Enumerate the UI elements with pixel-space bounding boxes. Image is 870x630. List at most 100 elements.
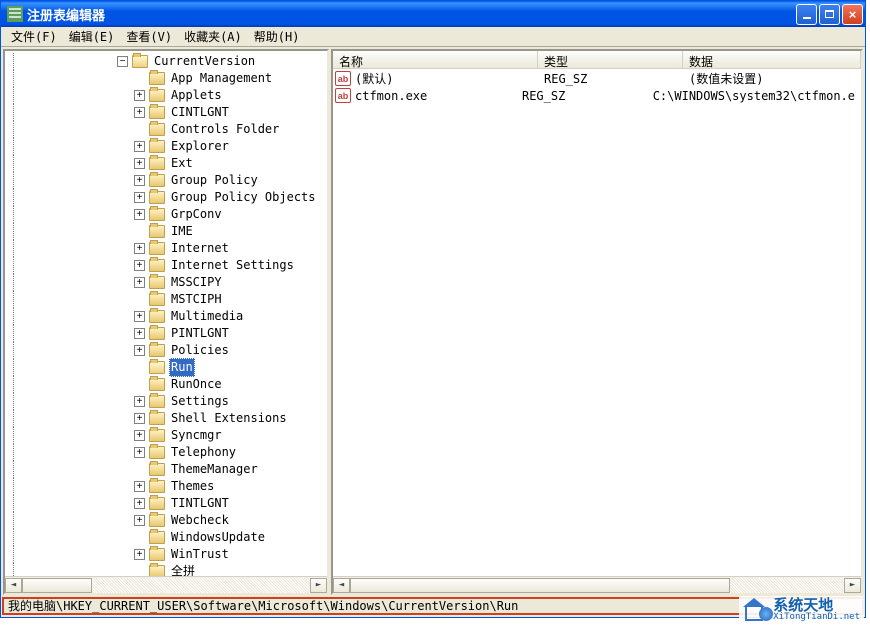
registry-tree[interactable]: − CurrentVersion App Management+Applets+… — [5, 51, 327, 576]
expand-icon[interactable]: + — [134, 90, 145, 101]
scroll-thumb[interactable] — [350, 578, 730, 593]
scroll-right-button[interactable]: ► — [844, 578, 861, 593]
tree-node[interactable]: +MSSCIPY — [5, 274, 327, 291]
tree-node[interactable]: +TINTLGNT — [5, 495, 327, 512]
expand-icon[interactable]: + — [134, 328, 145, 339]
expand-icon[interactable]: + — [134, 430, 145, 441]
scroll-track[interactable] — [350, 578, 844, 593]
tree-node-root[interactable]: − CurrentVersion — [5, 53, 327, 70]
scroll-track[interactable] — [22, 578, 310, 593]
expand-icon[interactable]: + — [134, 209, 145, 220]
window-title: 注册表编辑器 — [27, 5, 796, 24]
tree-node[interactable]: +Explorer — [5, 138, 327, 155]
expand-icon[interactable]: + — [134, 345, 145, 356]
titlebar[interactable]: 注册表编辑器 × — [1, 1, 865, 27]
tree-node[interactable]: +Internet — [5, 240, 327, 257]
expand-icon[interactable]: + — [134, 413, 145, 424]
expand-icon[interactable]: + — [134, 175, 145, 186]
scroll-left-button[interactable]: ◄ — [333, 578, 350, 593]
list-hscrollbar[interactable]: ◄ ► — [333, 576, 861, 593]
tree-node[interactable]: + Syncmgr — [5, 427, 327, 444]
menu-file[interactable]: 文件(F) — [5, 26, 63, 47]
expand-icon[interactable]: + — [134, 481, 145, 492]
expand-icon[interactable]: + — [134, 498, 145, 509]
folder-icon — [149, 446, 165, 459]
column-data[interactable]: 数据 — [683, 51, 861, 68]
expand-icon[interactable]: + — [134, 260, 145, 271]
expand-icon[interactable]: + — [134, 243, 145, 254]
folder-icon — [149, 463, 165, 476]
column-type[interactable]: 类型 — [538, 51, 683, 68]
maximize-button[interactable] — [819, 4, 840, 25]
list-body[interactable]: ab(默认)REG_SZ(数值未设置)abctfmon.exeREG_SZC:\… — [333, 69, 861, 576]
expand-icon[interactable]: + — [134, 396, 145, 407]
tree-node[interactable]: +PINTLGNT — [5, 325, 327, 342]
tree-node[interactable]: ThemeManager — [5, 461, 327, 478]
minimize-button[interactable] — [796, 4, 817, 25]
tree-node[interactable]: 全拼 — [5, 563, 327, 576]
window-buttons: × — [796, 4, 863, 25]
collapse-icon[interactable]: − — [117, 56, 128, 67]
expand-icon[interactable]: + — [134, 277, 145, 288]
string-value-icon: ab — [335, 71, 351, 86]
scroll-left-button[interactable]: ◄ — [5, 578, 22, 593]
tree-node[interactable]: + Ext — [5, 155, 327, 172]
watermark-text-cn: 系统天地 — [773, 598, 860, 613]
tree-hscrollbar[interactable]: ◄ ► — [5, 576, 327, 593]
values-pane[interactable]: 名称 类型 数据 ab(默认)REG_SZ(数值未设置)abctfmon.exe… — [331, 49, 863, 595]
list-row[interactable]: abctfmon.exeREG_SZC:\WINDOWS\system32\ct… — [333, 87, 861, 104]
tree-label: IME — [169, 223, 195, 240]
menu-help[interactable]: 帮助(H) — [248, 26, 306, 47]
folder-icon — [149, 191, 165, 204]
folder-icon — [149, 208, 165, 221]
tree-node[interactable]: + Policies — [5, 342, 327, 359]
folder-icon — [149, 174, 165, 187]
tree-node[interactable]: App Management — [5, 70, 327, 87]
expand-icon[interactable]: + — [134, 549, 145, 560]
tree-node[interactable]: Run — [5, 359, 327, 376]
tree-node[interactable]: RunOnce — [5, 376, 327, 393]
tree-node[interactable]: +Telephony — [5, 444, 327, 461]
tree-node[interactable]: IME — [5, 223, 327, 240]
value-name: (默认) — [355, 70, 393, 87]
tree-node[interactable]: +Group Policy — [5, 172, 327, 189]
expand-icon[interactable]: + — [134, 447, 145, 458]
tree-node[interactable]: MSTCIPH — [5, 291, 327, 308]
tree-pane[interactable]: − CurrentVersion App Management+Applets+… — [3, 49, 329, 595]
tree-node[interactable]: +GrpConv — [5, 206, 327, 223]
tree-node[interactable]: +WinTrust — [5, 546, 327, 563]
tree-node[interactable]: +Internet Settings — [5, 257, 327, 274]
scroll-thumb[interactable] — [22, 578, 92, 593]
tree-node[interactable]: +Webcheck — [5, 512, 327, 529]
tree-label: Applets — [169, 87, 224, 104]
expand-icon[interactable]: + — [134, 311, 145, 322]
watermark-text-en: XiTongTianDi.net — [773, 613, 860, 622]
tree-node[interactable]: +Multimedia — [5, 308, 327, 325]
close-button[interactable]: × — [842, 4, 863, 25]
expand-icon[interactable]: + — [134, 158, 145, 169]
tree-node[interactable]: +CINTLGNT — [5, 104, 327, 121]
tree-node[interactable]: +Shell Extensions — [5, 410, 327, 427]
tree-node[interactable]: +Themes — [5, 478, 327, 495]
expand-icon[interactable]: + — [134, 141, 145, 152]
tree-label: Policies — [169, 342, 231, 359]
tree-node[interactable]: + Applets — [5, 87, 327, 104]
menu-view[interactable]: 查看(V) — [120, 26, 178, 47]
menu-favorites[interactable]: 收藏夹(A) — [178, 26, 248, 47]
list-row[interactable]: ab(默认)REG_SZ(数值未设置) — [333, 70, 861, 87]
expand-icon[interactable]: + — [134, 515, 145, 526]
tree-node[interactable]: Controls Folder — [5, 121, 327, 138]
expand-icon[interactable]: + — [134, 107, 145, 118]
tree-label: Syncmgr — [169, 427, 224, 444]
tree-node[interactable]: WindowsUpdate — [5, 529, 327, 546]
scroll-right-button[interactable]: ► — [310, 578, 327, 593]
expand-icon[interactable]: + — [134, 192, 145, 203]
menu-edit[interactable]: 编辑(E) — [63, 26, 121, 47]
app-icon — [7, 6, 23, 22]
tree-node[interactable]: + Group Policy Objects — [5, 189, 327, 206]
tree-label: Ext — [169, 155, 195, 172]
tree-label: Group Policy Objects — [169, 189, 318, 206]
watermark: 系统天地 XiTongTianDi.net — [739, 596, 864, 624]
tree-node[interactable]: +Settings — [5, 393, 327, 410]
column-name[interactable]: 名称 — [333, 51, 538, 68]
